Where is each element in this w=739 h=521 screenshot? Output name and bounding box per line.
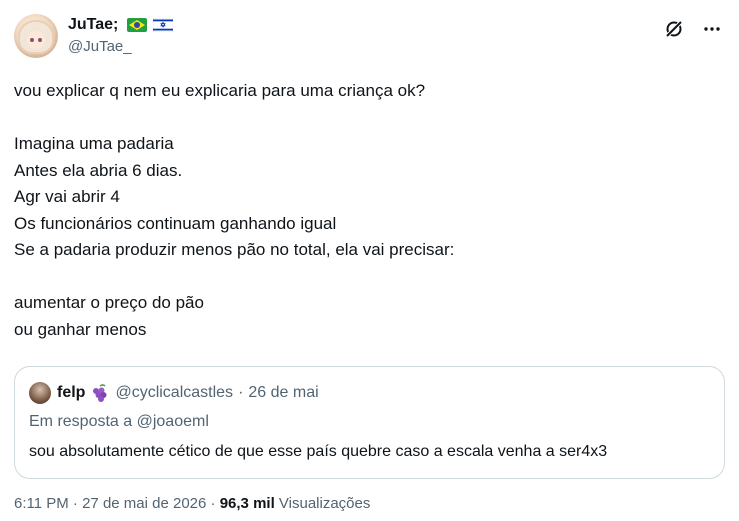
more-icon[interactable] [699, 16, 725, 42]
flag-brazil-icon [126, 18, 147, 32]
views-count: 96,3 mil [219, 495, 275, 512]
quoted-text: sou absolutamente cético de que esse paí… [29, 443, 608, 460]
author-display-name[interactable]: JuTae; [68, 15, 118, 35]
author-handle[interactable]: @JuTae_ [68, 37, 173, 57]
quoted-separator: · [238, 384, 244, 401]
tweet-line: ou ganhar menos [14, 319, 147, 339]
views-label: Visualizações [274, 495, 371, 512]
author-avatar[interactable] [14, 14, 58, 58]
quoted-reply-to: Em resposta a @joaoeml [29, 413, 209, 430]
tweet-header: JuTae; @JuTae_ [14, 12, 725, 60]
quoted-date[interactable]: 26 de mai [248, 384, 318, 402]
tweet-time[interactable]: 6:11 PM [14, 495, 69, 512]
tweet-line: Os funcionários continuam ganhando igual [14, 213, 337, 233]
tweet-text: vou explicar q nem eu explicaria para um… [14, 78, 724, 343]
grok-icon[interactable] [661, 16, 687, 42]
meta-separator: · [68, 495, 83, 512]
tweet-line: aumentar o preço do pão [14, 293, 204, 312]
quoted-author-avatar[interactable] [29, 382, 51, 404]
tweet-line: Imagina uma padaria [14, 134, 174, 153]
quoted-author-handle[interactable]: @cyclicalcastles [115, 384, 233, 402]
quoted-tweet-header: felp @cyclicalcastles · 26 de mai [29, 381, 319, 405]
meta-separator: · [206, 495, 220, 512]
tweet-line: vou explicar q nem eu explicaria para um… [14, 81, 426, 100]
tweet-line: Se a padaria produzir menos pão no total… [14, 240, 455, 259]
flag-israel-icon [153, 18, 174, 32]
tweet-line: Antes ela abria 6 dias. [14, 160, 183, 180]
author-name-block: JuTae; @JuTae_ [68, 15, 174, 57]
tweet-date[interactable]: 27 de mai de 2026 [82, 495, 206, 512]
tweet-line: Agr vai abrir 4 [14, 187, 120, 206]
tweet-top-actions [661, 16, 725, 42]
tweet-line [14, 105, 724, 132]
grapes-emoji-icon [93, 384, 107, 402]
quoted-tweet[interactable]: felp @cyclicalcastles · 26 de mai Em res… [14, 366, 725, 479]
tweet-meta: 6:11 PM · 27 de mai de 2026 · 96,3 mil V… [14, 495, 370, 512]
tweet-line [14, 264, 724, 291]
quoted-author-name[interactable]: felp [57, 384, 85, 402]
